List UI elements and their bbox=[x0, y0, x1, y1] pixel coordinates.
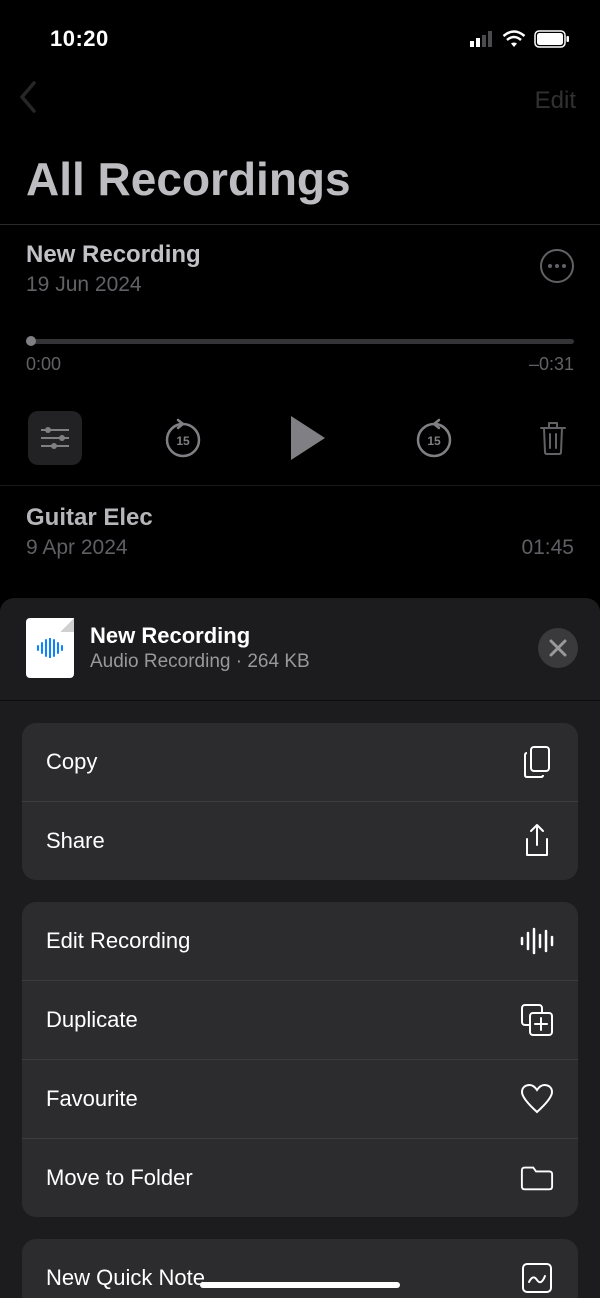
duplicate-action[interactable]: Duplicate bbox=[22, 981, 578, 1060]
edit-recording-action[interactable]: Edit Recording bbox=[22, 902, 578, 981]
favourite-action[interactable]: Favourite bbox=[22, 1060, 578, 1139]
action-label: Edit Recording bbox=[46, 928, 190, 954]
nav-header: Edit bbox=[0, 60, 600, 132]
heart-icon bbox=[520, 1082, 554, 1116]
action-group-1: Copy Share bbox=[22, 723, 578, 880]
move-to-folder-action[interactable]: Move to Folder bbox=[22, 1139, 578, 1217]
new-quick-note-action[interactable]: New Quick Note bbox=[22, 1239, 578, 1298]
folder-icon bbox=[520, 1161, 554, 1195]
share-icon bbox=[520, 824, 554, 858]
more-button[interactable] bbox=[540, 249, 574, 283]
battery-icon bbox=[534, 30, 570, 48]
action-label: Share bbox=[46, 828, 105, 854]
recording-item[interactable]: Guitar Elec 9 Apr 2024 01:45 bbox=[0, 486, 600, 578]
quick-note-icon bbox=[520, 1261, 554, 1295]
action-group-3: New Quick Note bbox=[22, 1239, 578, 1298]
back-button[interactable] bbox=[18, 80, 36, 122]
close-icon bbox=[549, 639, 567, 657]
svg-text:15: 15 bbox=[427, 434, 441, 448]
waveform-icon bbox=[36, 638, 64, 658]
skip-forward-icon: 15 bbox=[413, 417, 455, 459]
action-label: Move to Folder bbox=[46, 1165, 193, 1191]
trash-icon bbox=[538, 420, 568, 456]
action-sheet: New Recording Audio Recording · 264 KB C… bbox=[0, 598, 600, 1298]
sheet-title: New Recording bbox=[90, 623, 538, 649]
recording-date: 9 Apr 2024 bbox=[26, 536, 128, 560]
play-button[interactable] bbox=[283, 413, 333, 463]
page-title: All Recordings bbox=[0, 132, 600, 224]
edit-button[interactable]: Edit bbox=[535, 87, 576, 115]
close-button[interactable] bbox=[538, 628, 578, 668]
play-icon bbox=[287, 414, 329, 462]
copy-action[interactable]: Copy bbox=[22, 723, 578, 802]
file-icon bbox=[26, 618, 74, 678]
action-label: Duplicate bbox=[46, 1007, 138, 1033]
status-bar: 10:20 bbox=[0, 0, 600, 60]
duplicate-icon bbox=[520, 1003, 554, 1037]
copy-icon bbox=[520, 745, 554, 779]
skip-forward-15-button[interactable]: 15 bbox=[412, 416, 456, 460]
recording-selected[interactable]: New Recording 19 Jun 2024 0:00 –0:31 15 … bbox=[0, 225, 600, 486]
scrubber-track bbox=[26, 339, 574, 344]
waveform-icon bbox=[520, 924, 554, 958]
sheet-subtitle: Audio Recording · 264 KB bbox=[90, 651, 538, 673]
wifi-icon bbox=[502, 30, 526, 48]
action-group-2: Edit Recording Duplicate Favourite Move … bbox=[22, 902, 578, 1217]
time-elapsed: 0:00 bbox=[26, 354, 61, 375]
equalizer-icon bbox=[41, 429, 69, 431]
delete-button[interactable] bbox=[534, 419, 572, 457]
recording-duration: 01:45 bbox=[521, 536, 574, 560]
time-remaining: –0:31 bbox=[529, 354, 574, 375]
status-time: 10:20 bbox=[50, 26, 109, 52]
equalizer-button[interactable] bbox=[28, 411, 82, 465]
action-label: New Quick Note bbox=[46, 1265, 205, 1291]
svg-text:15: 15 bbox=[176, 434, 190, 448]
cellular-icon bbox=[470, 31, 494, 47]
recording-date: 19 Jun 2024 bbox=[26, 273, 201, 297]
chevron-left-icon bbox=[18, 81, 36, 113]
recording-title: Guitar Elec bbox=[26, 504, 574, 532]
status-icons bbox=[470, 30, 570, 48]
sheet-header: New Recording Audio Recording · 264 KB bbox=[0, 598, 600, 701]
action-label: Copy bbox=[46, 749, 97, 775]
skip-back-15-button[interactable]: 15 bbox=[161, 416, 205, 460]
share-action[interactable]: Share bbox=[22, 802, 578, 880]
skip-back-icon: 15 bbox=[162, 417, 204, 459]
home-indicator[interactable] bbox=[200, 1282, 400, 1288]
scrubber-thumb[interactable] bbox=[26, 336, 36, 346]
scrubber[interactable]: 0:00 –0:31 bbox=[26, 339, 574, 375]
recording-title: New Recording bbox=[26, 241, 201, 269]
playback-controls: 15 15 bbox=[26, 411, 574, 465]
action-label: Favourite bbox=[46, 1086, 138, 1112]
ellipsis-icon bbox=[548, 264, 566, 268]
